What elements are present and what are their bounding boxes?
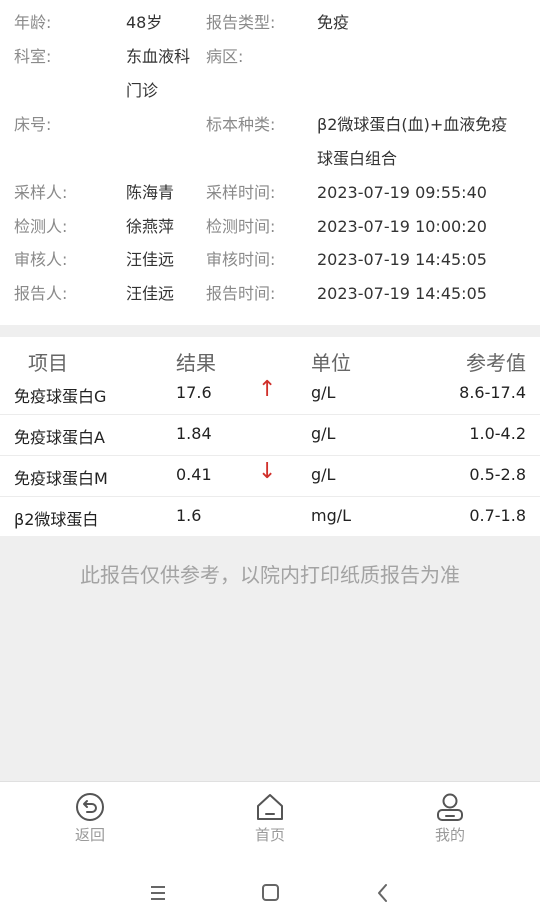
bed-label: 床号: (14, 115, 52, 134)
age-value: 48岁 (126, 13, 163, 32)
row-reference: 0.5-2.8 (469, 465, 526, 484)
table-row: 免疫球蛋白M 0.41 ↓ g/L 0.5-2.8 (0, 455, 540, 497)
low-flag-icon: ↓ (258, 459, 277, 484)
reviewer-value: 汪佳远 (126, 250, 175, 269)
department-value: 东血液科 (126, 47, 191, 66)
back-circle-icon (76, 793, 104, 821)
ward-label: 病区: (206, 47, 244, 66)
row-item: 免疫球蛋白M (14, 469, 108, 488)
row-result: 17.6 (176, 383, 212, 402)
specimen-type-value: β2微球蛋白(血)+血液免疫 (317, 115, 508, 134)
tab-back-label: 返回 (74, 826, 105, 844)
tab-mine-label: 我的 (434, 826, 465, 844)
table-row: β2微球蛋白 1.6 mg/L 0.7-1.8 (0, 496, 540, 537)
test-time-label: 检测时间: (206, 217, 276, 236)
specimen-type-label: 标本种类: (206, 115, 276, 134)
home-square-icon[interactable] (255, 880, 285, 906)
tab-back[interactable]: 返回 (45, 792, 135, 854)
disclaimer-text: 此报告仅供参考，以院内打印纸质报告为准 (80, 563, 460, 587)
report-time-label: 报告时间: (206, 284, 276, 303)
row-item: 免疫球蛋白G (14, 387, 107, 406)
row-unit: g/L (311, 383, 336, 402)
reviewer-label: 审核人: (14, 250, 68, 269)
header-result: 结果 (176, 351, 216, 375)
sampling-time-value: 2023-07-19 09:55:40 (317, 183, 487, 202)
review-time-value: 2023-07-19 14:45:05 (317, 250, 487, 269)
bottom-tab-bar: 返回 首页 我的 (0, 781, 540, 861)
report-type-label: 报告类型: (206, 13, 276, 32)
row-result: 1.6 (176, 506, 202, 525)
section-divider (0, 325, 540, 337)
tab-mine[interactable]: 我的 (405, 792, 495, 854)
reporter-label: 报告人: (14, 284, 68, 303)
age-label: 年龄: (14, 13, 52, 32)
department-label: 科室: (14, 47, 52, 66)
report-time-value: 2023-07-19 14:45:05 (317, 284, 487, 303)
tab-home[interactable]: 首页 (225, 792, 315, 854)
header-item: 项目 (28, 351, 68, 375)
header-unit: 单位 (311, 351, 351, 375)
menu-icon[interactable] (143, 880, 173, 906)
row-reference: 8.6-17.4 (459, 383, 526, 402)
row-reference: 1.0-4.2 (469, 424, 526, 443)
sampling-time-label: 采样时间: (206, 183, 276, 202)
patient-info-section: 年龄: 48岁 报告类型: 免疫 科室: 东血液科 门诊 病区: 床号: 标本种… (0, 0, 540, 325)
reporter-value: 汪佳远 (126, 284, 175, 303)
user-icon (437, 793, 463, 821)
home-icon (257, 794, 283, 820)
tester-value: 徐燕萍 (126, 217, 175, 236)
row-result: 0.41 (176, 465, 212, 484)
report-type-value: 免疫 (317, 13, 350, 32)
review-time-label: 审核时间: (206, 250, 276, 269)
results-table: 项目 结果 单位 参考值 免疫球蛋白G 17.6 ↑ g/L 8.6-17.4 … (0, 337, 540, 536)
sampler-value: 陈海青 (126, 183, 175, 202)
row-result: 1.84 (176, 424, 212, 443)
row-unit: g/L (311, 424, 336, 443)
high-flag-icon: ↑ (258, 377, 277, 402)
row-item: β2微球蛋白 (14, 510, 99, 529)
table-row: 免疫球蛋白G 17.6 ↑ g/L 8.6-17.4 (0, 373, 540, 415)
table-row: 免疫球蛋白A 1.84 g/L 1.0-4.2 (0, 414, 540, 456)
row-item: 免疫球蛋白A (14, 428, 105, 447)
sampler-label: 采样人: (14, 183, 68, 202)
row-unit: mg/L (311, 506, 352, 525)
results-table-header: 项目 结果 单位 参考值 (0, 337, 540, 377)
row-unit: g/L (311, 465, 336, 484)
header-reference: 参考值 (466, 351, 526, 375)
test-time-value: 2023-07-19 10:00:20 (317, 217, 487, 236)
system-navigation-bar (0, 860, 540, 924)
back-chevron-icon[interactable] (368, 880, 398, 906)
department-value-line2: 门诊 (126, 81, 159, 100)
tab-home-label: 首页 (254, 826, 285, 844)
specimen-type-value-line2: 球蛋白组合 (317, 149, 398, 168)
tester-label: 检测人: (14, 217, 68, 236)
row-reference: 0.7-1.8 (469, 506, 526, 525)
